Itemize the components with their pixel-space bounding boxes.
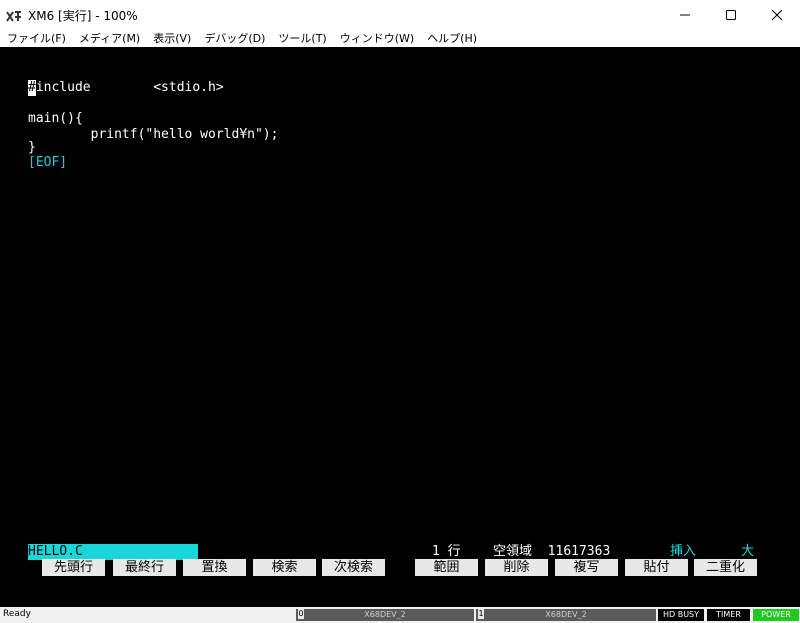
filename-label: HELLO.C bbox=[28, 544, 198, 560]
drive-1-label: X68DEV_2 bbox=[545, 610, 587, 619]
fkey-last-line[interactable]: 最終行 bbox=[113, 559, 176, 576]
code-text: include <stdio.h> bbox=[35, 80, 224, 95]
emulator-screen[interactable]: #include <stdio.h> main(){ printf("hello… bbox=[0, 47, 800, 607]
line-number: 1 行 bbox=[432, 544, 461, 559]
status-bar: Ready 0 X68DEV_2 1 X68DEV_2 HD BUSY TIME… bbox=[0, 607, 800, 623]
drive-0-label: X68DEV_2 bbox=[364, 610, 406, 619]
floppy-drive-0[interactable]: 0 X68DEV_2 bbox=[296, 609, 474, 621]
code-line-include: #include <stdio.h> bbox=[28, 80, 224, 96]
window-title: XM6 [実行] - 100% bbox=[28, 9, 138, 23]
menu-window[interactable]: ウィンドウ(W) bbox=[333, 30, 420, 47]
minimize-button[interactable] bbox=[662, 0, 708, 30]
insert-mode: 挿入 bbox=[670, 544, 697, 559]
code-line-printf: printf("hello world¥n"); bbox=[28, 127, 279, 142]
free-space-label: 空領域 bbox=[493, 544, 533, 559]
close-icon bbox=[772, 10, 782, 20]
ready-text: Ready bbox=[3, 609, 31, 619]
code-line-close-brace: } bbox=[28, 140, 36, 155]
maximize-button[interactable] bbox=[708, 0, 754, 30]
fkey-paste[interactable]: 貼付 bbox=[625, 559, 688, 576]
menu-debug[interactable]: デバッグ(D) bbox=[197, 30, 271, 47]
menu-help[interactable]: ヘルプ(H) bbox=[420, 30, 483, 47]
menu-tools[interactable]: ツール(T) bbox=[271, 30, 332, 47]
close-button[interactable] bbox=[754, 0, 800, 30]
menu-media[interactable]: メディア(M) bbox=[72, 30, 146, 47]
menu-bar: ファイル(F) メディア(M) 表示(V) デバッグ(D) ツール(T) ウィン… bbox=[0, 30, 800, 47]
minimize-icon bbox=[680, 14, 690, 16]
eof-marker: [EOF] bbox=[28, 155, 68, 170]
fkey-first-line[interactable]: 先頭行 bbox=[42, 559, 105, 576]
menu-view[interactable]: 表示(V) bbox=[146, 30, 197, 47]
fkey-copy[interactable]: 複写 bbox=[555, 559, 618, 576]
fkey-duplicate[interactable]: 二重化 bbox=[694, 559, 757, 576]
fkey-replace[interactable]: 置換 bbox=[183, 559, 246, 576]
fkey-range[interactable]: 範囲 bbox=[415, 559, 478, 576]
size-indicator: 大 bbox=[741, 544, 755, 559]
title-bar: XM6 [実行] - 100% bbox=[0, 0, 800, 30]
power-indicator: POWER bbox=[753, 609, 799, 621]
code-line-main: main(){ bbox=[28, 111, 83, 126]
maximize-icon bbox=[726, 10, 736, 20]
fkey-next-search[interactable]: 次検索 bbox=[322, 559, 385, 576]
free-space-value: 11617363 bbox=[547, 544, 611, 559]
timer-indicator: TIMER bbox=[707, 609, 750, 621]
floppy-drive-1[interactable]: 1 X68DEV_2 bbox=[476, 609, 656, 621]
text-cursor: # bbox=[28, 80, 36, 96]
fkey-delete[interactable]: 削除 bbox=[485, 559, 548, 576]
xm6-app-icon[interactable] bbox=[6, 8, 23, 22]
hd-busy-indicator: HD BUSY bbox=[658, 609, 704, 621]
free-space: 空領域 11617363 bbox=[493, 544, 610, 560]
fkey-search[interactable]: 検索 bbox=[253, 559, 316, 576]
menu-file[interactable]: ファイル(F) bbox=[0, 30, 72, 47]
